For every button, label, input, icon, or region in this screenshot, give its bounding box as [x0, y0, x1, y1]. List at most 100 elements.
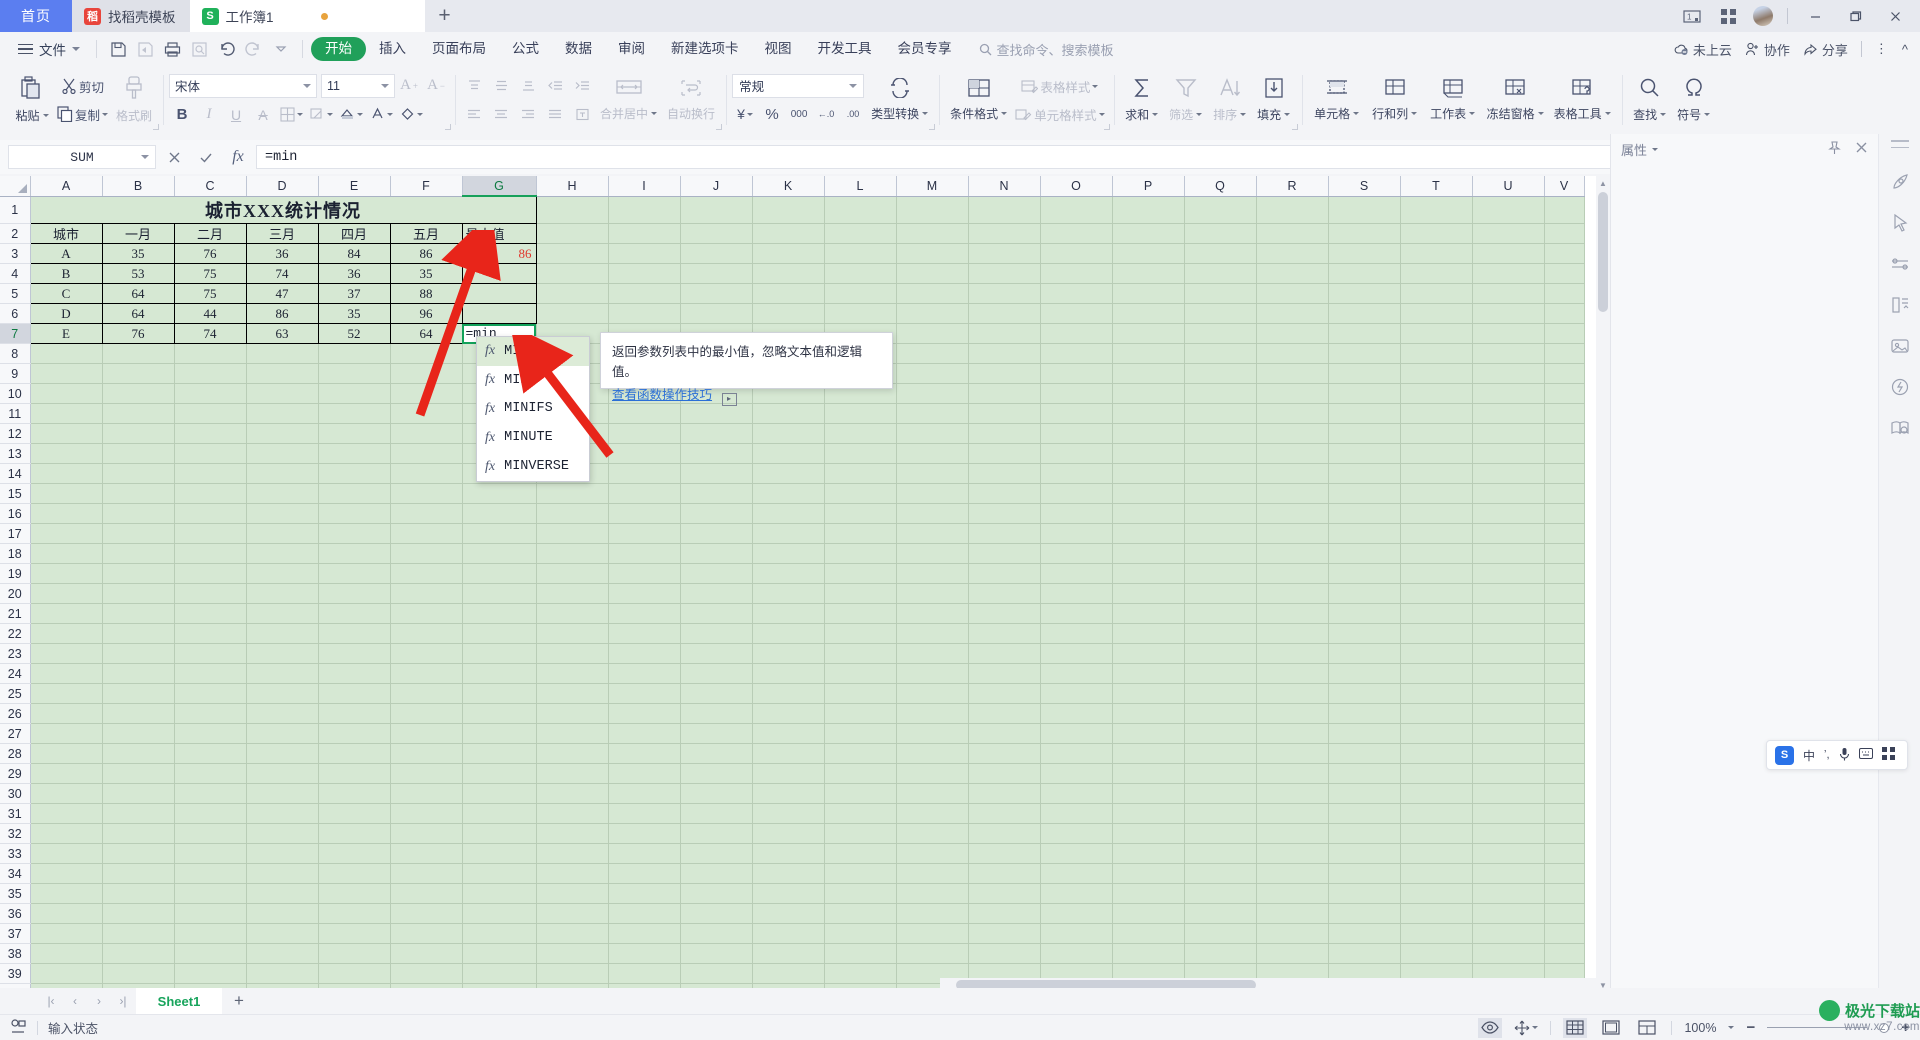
cell-I17[interactable]	[608, 523, 681, 544]
cell-K13[interactable]	[752, 443, 825, 464]
cell-R21[interactable]	[1256, 603, 1329, 624]
cell-R6[interactable]	[1256, 303, 1329, 324]
cell-D24[interactable]	[246, 663, 319, 684]
zoom-slider[interactable]	[1767, 1026, 1868, 1029]
column-header-p[interactable]: P	[1112, 176, 1185, 197]
row-header-11[interactable]: 11	[0, 403, 31, 424]
cell-H33[interactable]	[536, 843, 609, 864]
cell-N38[interactable]	[968, 943, 1041, 964]
cell-J5[interactable]	[680, 283, 753, 304]
cell-I15[interactable]	[608, 483, 681, 504]
cell-B8[interactable]	[102, 343, 175, 364]
cell-O8[interactable]	[1040, 343, 1113, 364]
cell-D38[interactable]	[246, 943, 319, 964]
cell-E8[interactable]	[318, 343, 391, 364]
cell-F13[interactable]	[390, 443, 463, 464]
cell-P8[interactable]	[1112, 343, 1185, 364]
cell-A35[interactable]	[30, 883, 103, 904]
cell-G31[interactable]	[462, 803, 537, 824]
cell-N36[interactable]	[968, 903, 1041, 924]
cell-M14[interactable]	[896, 463, 969, 484]
cell-B26[interactable]	[102, 703, 175, 724]
cell-L6[interactable]	[824, 303, 897, 324]
cell-O10[interactable]	[1040, 383, 1113, 404]
cell-M9[interactable]	[896, 363, 969, 384]
row-header-34[interactable]: 34	[0, 863, 31, 884]
cell-M13[interactable]	[896, 443, 969, 464]
cell-E5[interactable]: 37	[317, 283, 391, 304]
cell-L21[interactable]	[824, 603, 897, 624]
cell-O32[interactable]	[1040, 823, 1113, 844]
row-header-38[interactable]: 38	[0, 943, 31, 964]
cursor-icon[interactable]	[1887, 210, 1913, 236]
cell-R37[interactable]	[1256, 923, 1329, 944]
cell-P14[interactable]	[1112, 463, 1185, 484]
cell-T25[interactable]	[1400, 683, 1473, 704]
autocomplete-item-mina[interactable]: fx MINA	[477, 366, 589, 395]
close-icon[interactable]	[1855, 141, 1868, 158]
cell-J30[interactable]	[680, 783, 753, 804]
cell-L26[interactable]	[824, 703, 897, 724]
cell-T22[interactable]	[1400, 623, 1473, 644]
cell-Q18[interactable]	[1184, 543, 1257, 564]
cell-L14[interactable]	[824, 463, 897, 484]
customize-quick-access-icon[interactable]	[267, 36, 294, 63]
cell-G32[interactable]	[462, 823, 537, 844]
cell-J26[interactable]	[680, 703, 753, 724]
cell-T37[interactable]	[1400, 923, 1473, 944]
cell-K23[interactable]	[752, 643, 825, 664]
sheet-tab-sheet1[interactable]: Sheet1	[136, 988, 222, 1014]
cell-D25[interactable]	[246, 683, 319, 704]
cell-G5[interactable]	[461, 283, 537, 304]
cell-J12[interactable]	[680, 423, 753, 444]
cell-S29[interactable]	[1328, 763, 1401, 784]
cell-O25[interactable]	[1040, 683, 1113, 704]
cell-R10[interactable]	[1256, 383, 1329, 404]
cell-M32[interactable]	[896, 823, 969, 844]
cell-P17[interactable]	[1112, 523, 1185, 544]
cell-R12[interactable]	[1256, 423, 1329, 444]
cell-J6[interactable]	[680, 303, 753, 324]
cell-A1-title[interactable]: 城市XXX统计情况	[29, 195, 537, 224]
cell-V14[interactable]	[1544, 463, 1585, 484]
cell-K29[interactable]	[752, 763, 825, 784]
cell-P20[interactable]	[1112, 583, 1185, 604]
punctuation-icon[interactable]: ʼ,	[1824, 749, 1830, 761]
cell-U5[interactable]	[1472, 283, 1545, 304]
cell-S16[interactable]	[1328, 503, 1401, 524]
cell-A4[interactable]: B	[29, 263, 103, 284]
font-family-select[interactable]: 宋体	[169, 73, 318, 98]
cell-N22[interactable]	[968, 623, 1041, 644]
format-painter-button[interactable]: 格式刷	[111, 70, 157, 130]
autosum-button[interactable]: 求和	[1120, 70, 1164, 130]
cell-S28[interactable]	[1328, 743, 1401, 764]
cell-I23[interactable]	[608, 643, 681, 664]
cell-L33[interactable]	[824, 843, 897, 864]
cell-N31[interactable]	[968, 803, 1041, 824]
cell-F36[interactable]	[390, 903, 463, 924]
cell-G25[interactable]	[462, 683, 537, 704]
cell-B34[interactable]	[102, 863, 175, 884]
cell-D9[interactable]	[246, 363, 319, 384]
cell-S14[interactable]	[1328, 463, 1401, 484]
cell-P21[interactable]	[1112, 603, 1185, 624]
cell-U13[interactable]	[1472, 443, 1545, 464]
cell-H3[interactable]	[536, 243, 609, 264]
cell-C12[interactable]	[174, 423, 247, 444]
cell-M6[interactable]	[896, 303, 969, 324]
cell-R15[interactable]	[1256, 483, 1329, 504]
cell-F34[interactable]	[390, 863, 463, 884]
select-all-corner[interactable]	[0, 176, 31, 197]
cell-Q21[interactable]	[1184, 603, 1257, 624]
decrease-decimal-button[interactable]: .00	[840, 102, 866, 127]
cell-B10[interactable]	[102, 383, 175, 404]
cell-K15[interactable]	[752, 483, 825, 504]
cell-B37[interactable]	[102, 923, 175, 944]
cell-P11[interactable]	[1112, 403, 1185, 424]
cell-V36[interactable]	[1544, 903, 1585, 924]
align-left-button[interactable]	[461, 102, 487, 127]
cell-U30[interactable]	[1472, 783, 1545, 804]
cell-V27[interactable]	[1544, 723, 1585, 744]
cell-R13[interactable]	[1256, 443, 1329, 464]
cell-B17[interactable]	[102, 523, 175, 544]
